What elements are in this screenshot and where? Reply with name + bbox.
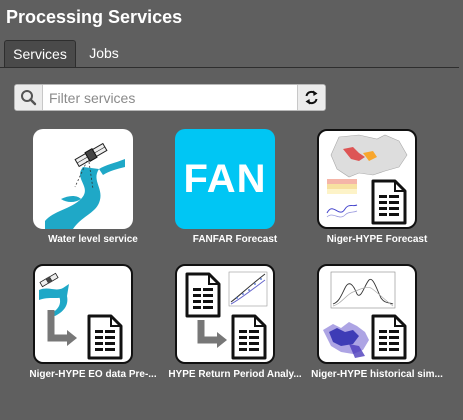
document-icon bbox=[231, 314, 267, 360]
document-icon bbox=[185, 272, 221, 318]
tab-divider bbox=[0, 67, 459, 68]
service-label: Niger-HYPE EO data Pre-... bbox=[29, 369, 157, 380]
satellite-document-icon bbox=[33, 264, 133, 364]
service-label: Water level service bbox=[48, 234, 138, 245]
tab-services[interactable]: Services bbox=[4, 40, 76, 68]
map-chart-document-icon bbox=[317, 129, 417, 229]
document-chart-icon bbox=[175, 264, 275, 364]
refresh-button[interactable] bbox=[297, 85, 325, 110]
page-title: Processing Services bbox=[6, 7, 183, 27]
search-bar bbox=[14, 84, 326, 111]
service-label: Niger-HYPE Forecast bbox=[326, 234, 428, 245]
fan-logo-text: FAN bbox=[183, 157, 267, 201]
document-icon bbox=[87, 314, 123, 360]
tab-jobs[interactable]: Jobs bbox=[84, 40, 124, 67]
chart-map-document-icon bbox=[317, 264, 417, 364]
document-icon bbox=[371, 179, 407, 225]
service-label: HYPE Return Period Analy... bbox=[168, 369, 302, 380]
service-label: Niger-HYPE historical sim... bbox=[311, 369, 443, 380]
service-label: FANFAR Forecast bbox=[192, 234, 278, 245]
search-icon bbox=[15, 85, 43, 110]
filter-services-input[interactable] bbox=[43, 85, 297, 110]
tab-bar: Services Jobs bbox=[0, 40, 463, 68]
document-icon bbox=[371, 314, 407, 360]
refresh-icon bbox=[305, 90, 318, 105]
river-satellite-icon bbox=[33, 129, 133, 229]
fan-logo: FAN bbox=[175, 129, 275, 229]
